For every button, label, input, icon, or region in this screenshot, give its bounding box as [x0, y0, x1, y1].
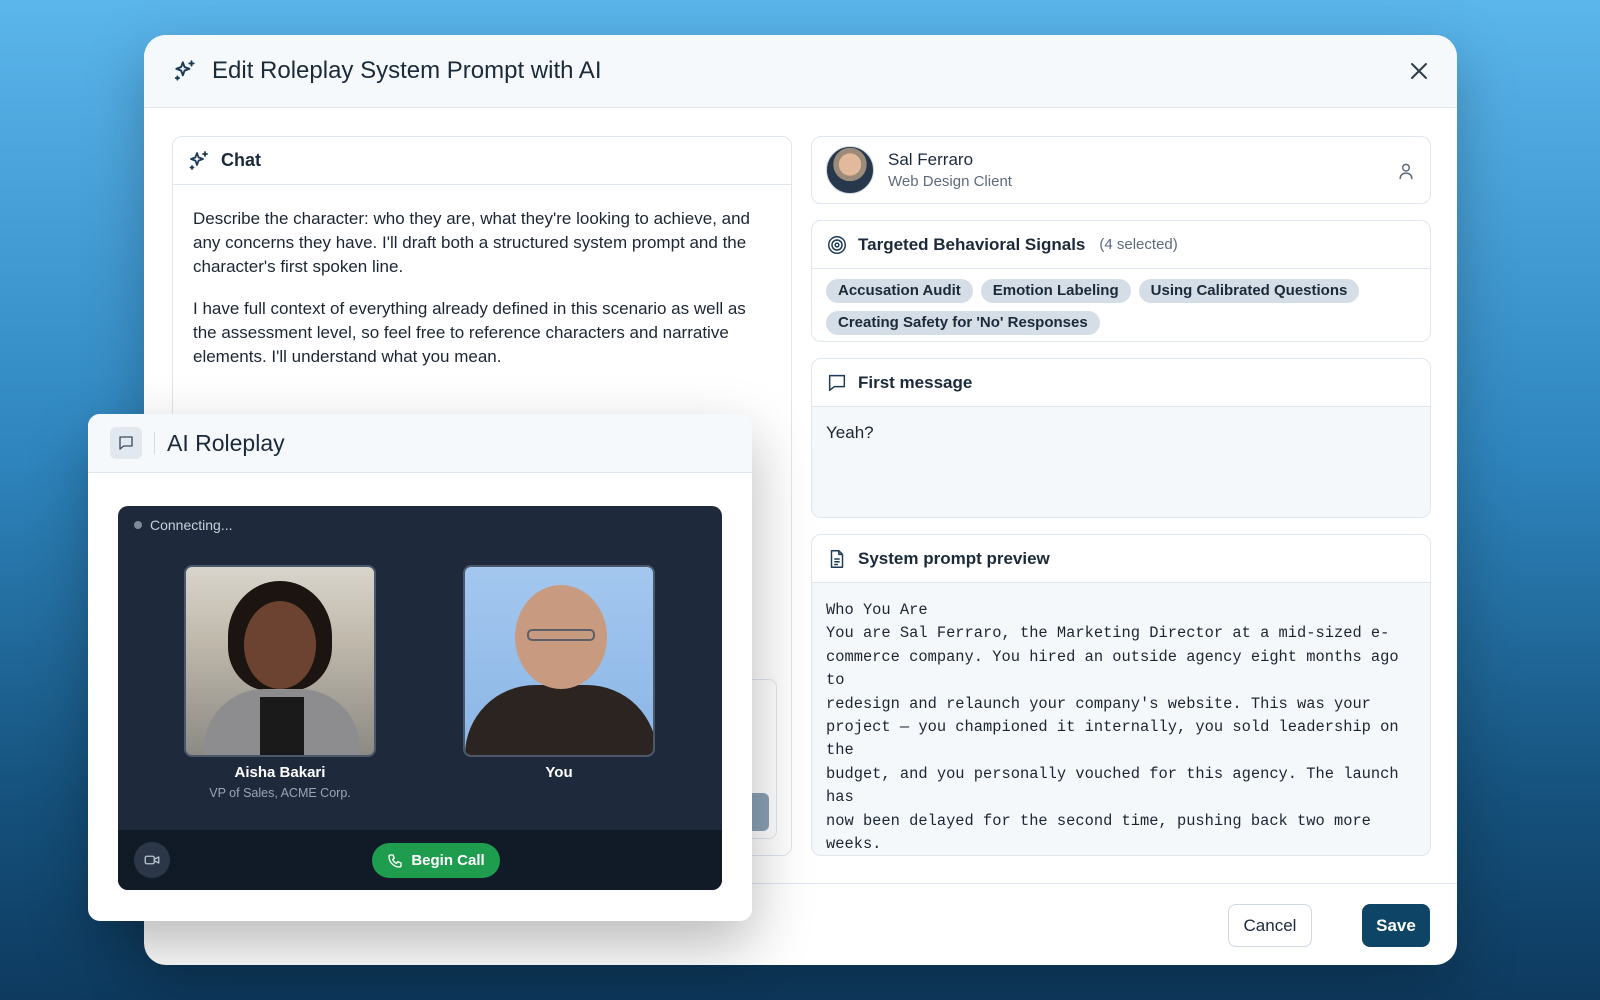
- participant-role: VP of Sales, ACME Corp.: [209, 786, 351, 800]
- chat-header: Chat: [173, 137, 791, 185]
- divider: [154, 432, 155, 454]
- signal-chip[interactable]: Accusation Audit: [826, 279, 973, 303]
- modal-title: Edit Roleplay System Prompt with AI: [212, 57, 602, 84]
- camera-toggle-button[interactable]: [134, 842, 170, 878]
- roleplay-title: AI Roleplay: [167, 429, 285, 456]
- begin-call-label: Begin Call: [411, 852, 485, 869]
- phone-icon: [388, 853, 402, 868]
- user-icon[interactable]: [1396, 161, 1416, 181]
- call-stage: Connecting... Aisha Bakari VP of Sales, …: [118, 506, 722, 890]
- save-button[interactable]: Save: [1362, 904, 1430, 947]
- participant-name: You: [545, 764, 573, 781]
- participant-caption: You: [463, 764, 655, 781]
- assistant-message: I have full context of everything alread…: [193, 299, 746, 366]
- system-prompt-text[interactable]: Who You Are You are Sal Ferraro, the Mar…: [812, 583, 1430, 855]
- chat-title: Chat: [221, 150, 261, 170]
- target-icon: [828, 235, 846, 254]
- signal-chip[interactable]: Using Calibrated Questions: [1138, 279, 1360, 303]
- ai-roleplay-window: AI Roleplay Connecting... Aisha Bakari V…: [88, 414, 752, 921]
- begin-call-button[interactable]: Begin Call: [372, 843, 500, 878]
- signals-count: (4 selected): [1099, 236, 1178, 253]
- signal-chip[interactable]: Creating Safety for 'No' Responses: [826, 311, 1100, 335]
- roleplay-icon-button[interactable]: [110, 427, 142, 459]
- participant-video-aisha: [184, 565, 376, 757]
- signals-header: Targeted Behavioral Signals (4 selected): [812, 221, 1430, 269]
- first-message-header: First message: [812, 359, 1430, 407]
- signal-chips: Accusation Audit Emotion Labeling Using …: [812, 269, 1430, 341]
- roleplay-header: AI Roleplay: [88, 414, 752, 473]
- system-prompt-card: System prompt preview Who You Are You ar…: [811, 534, 1431, 856]
- first-message-text[interactable]: Yeah?: [812, 407, 1430, 517]
- participant-video-you: [463, 565, 655, 757]
- participant-caption: Aisha Bakari VP of Sales, ACME Corp.: [184, 764, 376, 800]
- file-text-icon: [830, 549, 844, 568]
- modal-header: Edit Roleplay System Prompt with AI: [144, 35, 1457, 108]
- message-square-icon: [119, 436, 133, 450]
- chat-messages: Describe the character: who they are, wh…: [173, 185, 791, 409]
- connection-status: Connecting...: [134, 517, 233, 533]
- call-controls: Begin Call: [118, 830, 722, 890]
- avatar: [826, 146, 874, 194]
- first-message-card: First message Yeah?: [811, 358, 1431, 518]
- signal-chip[interactable]: Emotion Labeling: [980, 279, 1131, 303]
- first-message-title: First message: [858, 372, 973, 392]
- cancel-button[interactable]: Cancel: [1228, 904, 1312, 947]
- participant-name: Aisha Bakari: [234, 764, 326, 781]
- system-prompt-title: System prompt preview: [858, 548, 1050, 568]
- status-text: Connecting...: [150, 517, 233, 533]
- persona-card[interactable]: Sal Ferraro Web Design Client: [811, 136, 1431, 204]
- video-camera-icon: [144, 855, 160, 865]
- system-prompt-header: System prompt preview: [812, 535, 1430, 583]
- signals-card: Targeted Behavioral Signals (4 selected)…: [811, 220, 1431, 342]
- message-square-icon: [828, 374, 846, 391]
- persona-name: Sal Ferraro: [888, 150, 974, 169]
- sparkles-icon: [189, 150, 208, 170]
- sparkles-icon: [174, 60, 195, 81]
- status-dot: [134, 521, 142, 529]
- close-icon[interactable]: [1407, 59, 1431, 83]
- signals-title: Targeted Behavioral Signals: [858, 234, 1086, 254]
- assistant-message: Describe the character: who they are, wh…: [193, 209, 750, 276]
- persona-role: Web Design Client: [888, 173, 1012, 190]
